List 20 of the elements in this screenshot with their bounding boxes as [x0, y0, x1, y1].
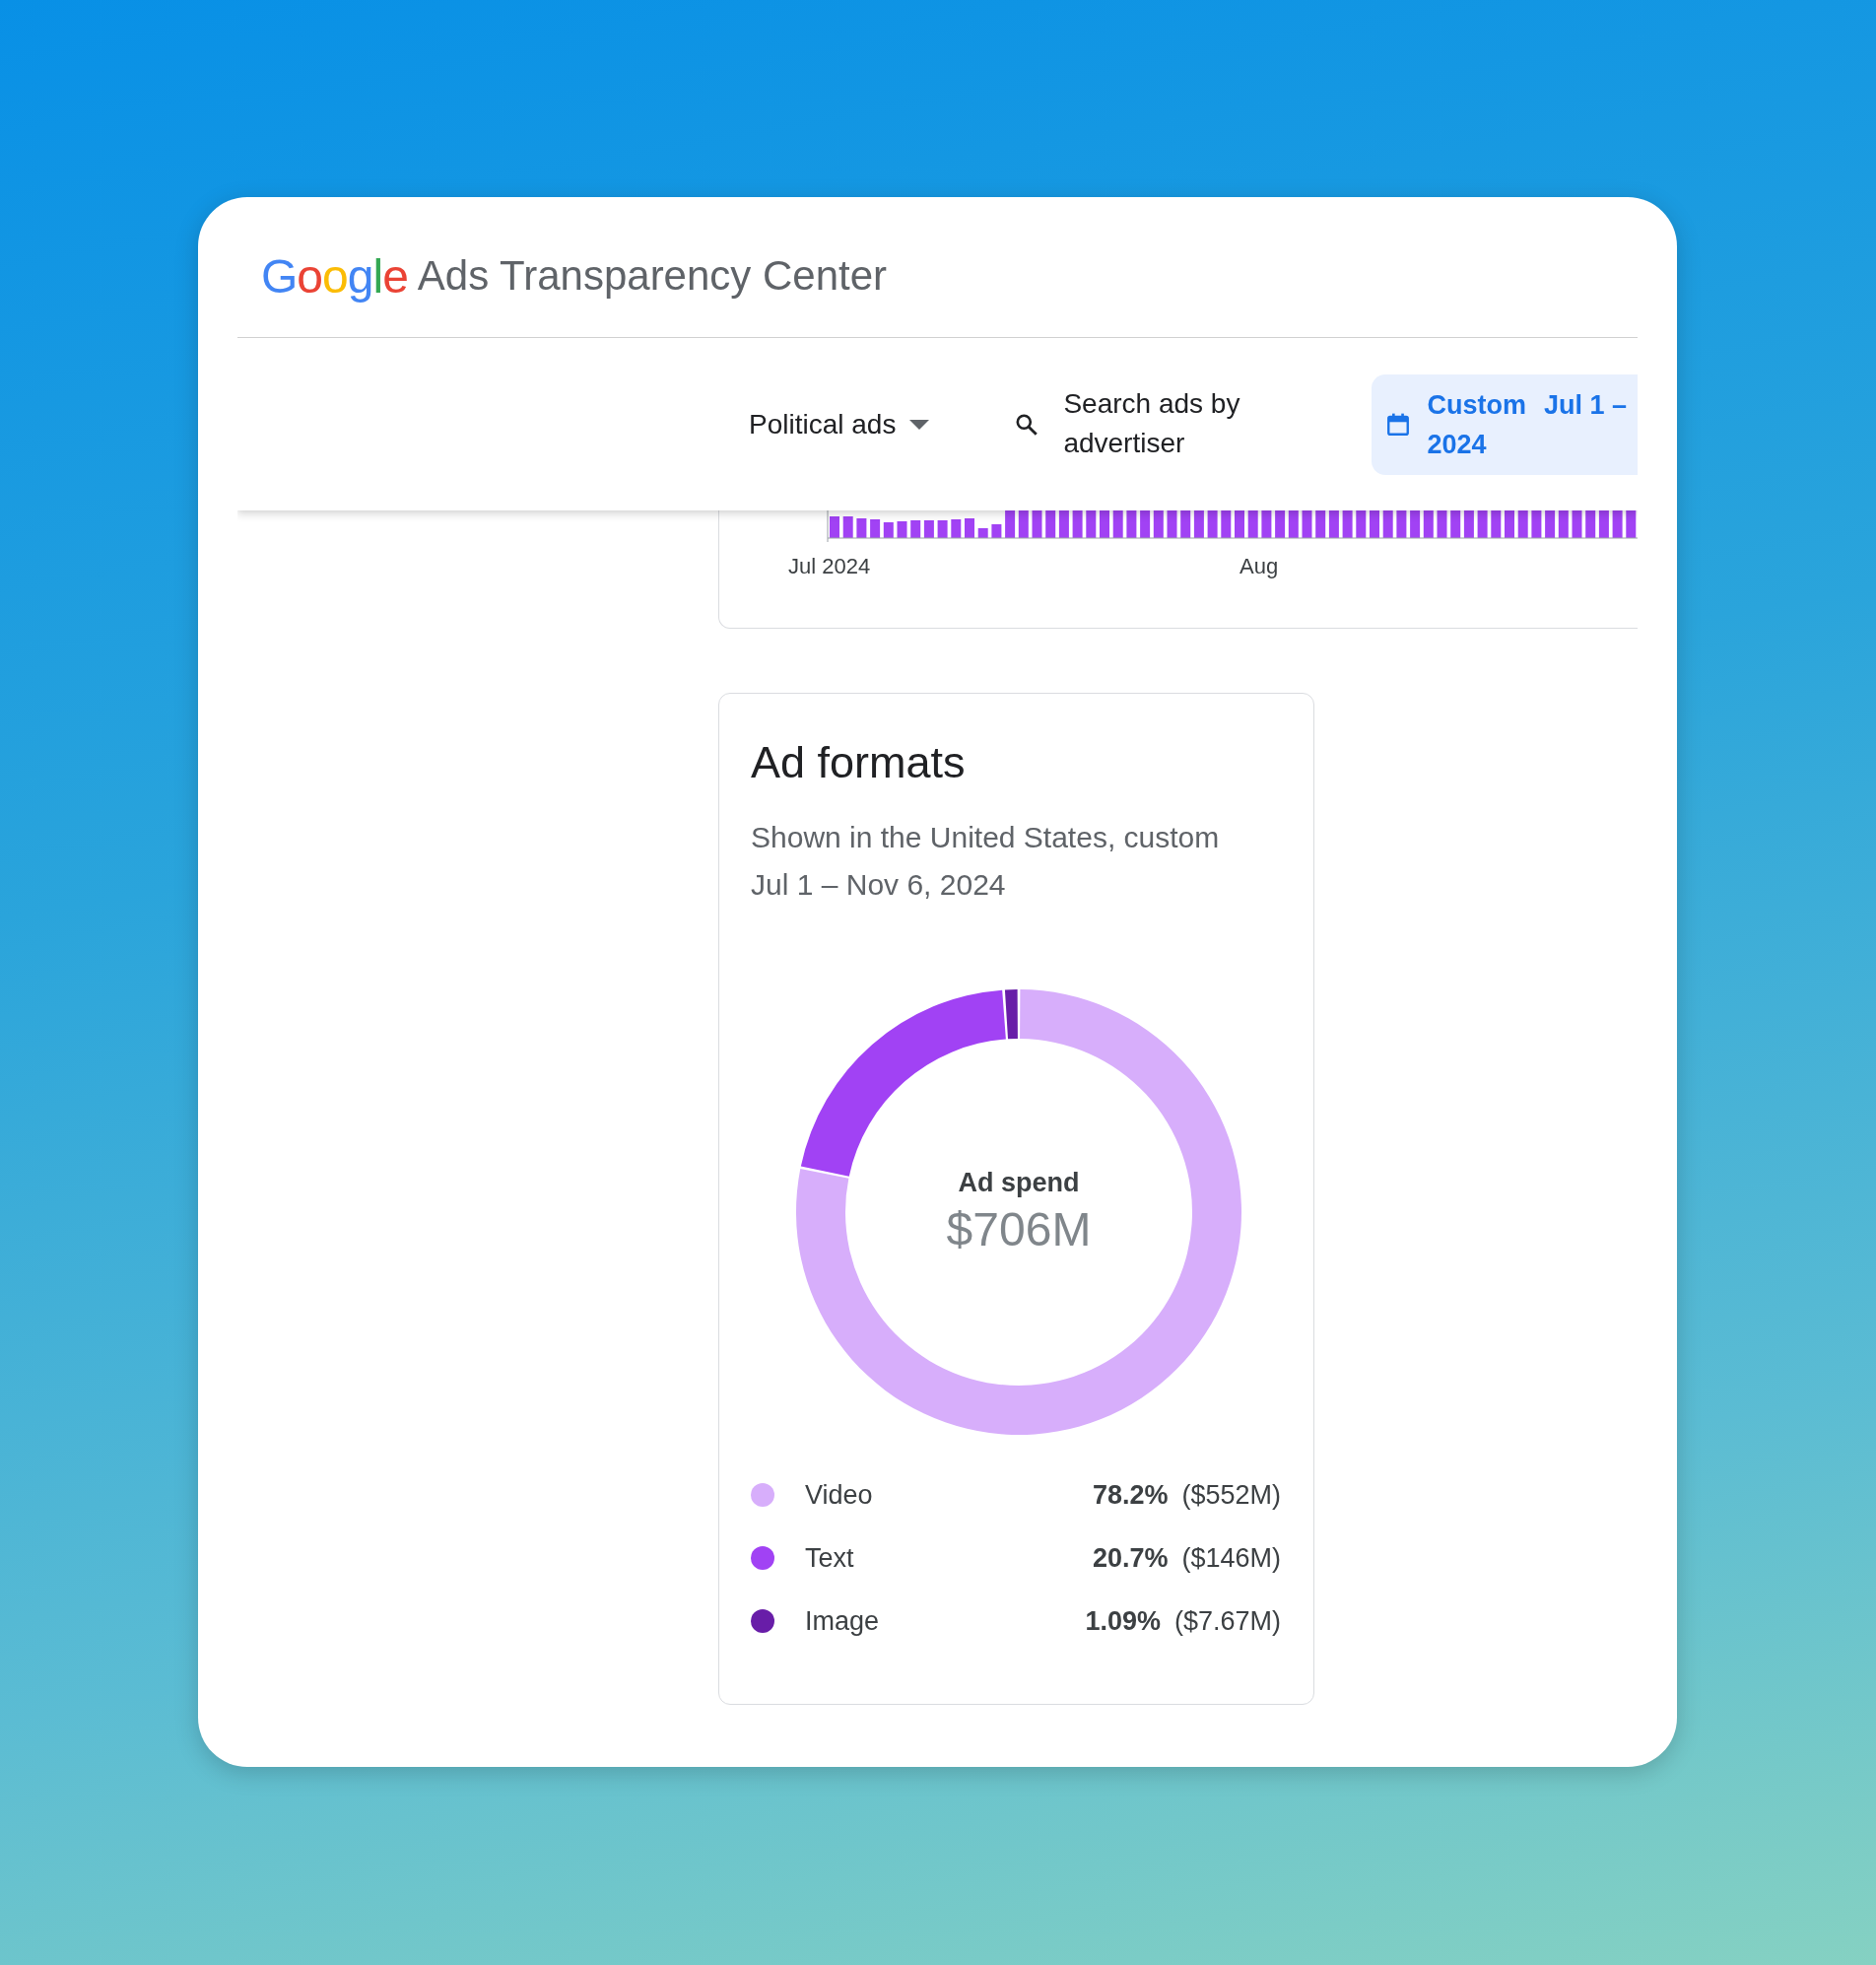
- legend-percent: 78.2%: [1092, 1479, 1169, 1511]
- legend-amount: ($7.67M): [1173, 1605, 1281, 1637]
- legend-amount: ($552M): [1181, 1479, 1281, 1511]
- donut-center-value: $706M: [946, 1202, 1092, 1256]
- legend-label: Image: [805, 1605, 881, 1637]
- donut-center-label: Ad spend: [958, 1168, 1080, 1198]
- legend-label: Text: [805, 1542, 855, 1574]
- legend-percent: 20.7%: [1092, 1542, 1169, 1574]
- axis-label: Aug: [1240, 554, 1279, 579]
- legend-percent: 1.09%: [1085, 1605, 1161, 1637]
- legend-label: Video: [805, 1479, 874, 1511]
- date-range-button[interactable]: Custom Jul 1 – 2024: [1372, 373, 1638, 475]
- google-logo[interactable]: Google: [261, 248, 408, 304]
- axis-label: Jul 2024: [788, 554, 871, 579]
- card-subtitle: Shown in the United States, custom Jul 1 – Nov 6, 2024: [751, 820, 1221, 903]
- legend-amount: ($146M): [1181, 1542, 1281, 1574]
- app-title: Ads Transparency Center: [417, 252, 888, 300]
- ad-type-dropdown[interactable]: Political ads: [747, 400, 932, 448]
- card-title: Ad formats: [751, 737, 967, 788]
- search-field[interactable]: Search ads by advertiser: [1063, 383, 1296, 465]
